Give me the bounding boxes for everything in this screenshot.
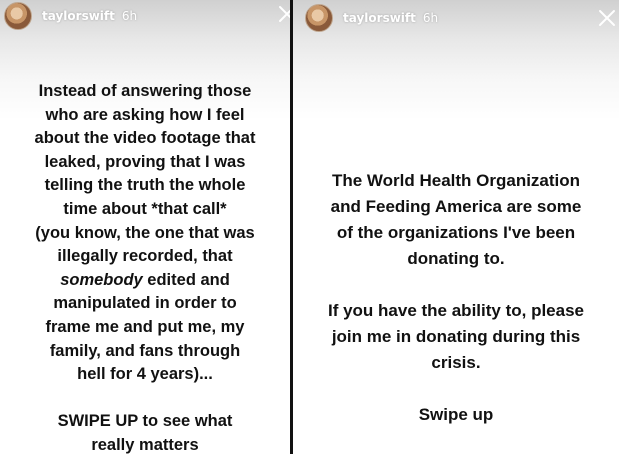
caption-line: leaked, proving that I was: [44, 152, 246, 171]
story-header: taylorswift 6h: [305, 4, 438, 32]
caption-line: about the video footage that: [34, 129, 256, 148]
caption-line: hell for 4 years)...: [77, 365, 213, 384]
caption-line: illegally recorded, that: [57, 247, 233, 266]
swipe-up-cta[interactable]: Swipe up: [293, 402, 619, 428]
caption-line: The World Health Organization: [331, 171, 581, 190]
swipe-up-cta-line[interactable]: SWIPE UP to see what: [0, 410, 290, 434]
story-caption: The World Health Organization and Feedin…: [293, 168, 619, 428]
caption-line: frame me and put me, my: [45, 317, 245, 336]
caption-line: somebody edited and: [0, 269, 290, 293]
caption-line: crisis.: [431, 353, 481, 372]
username[interactable]: taylorswift: [343, 11, 416, 25]
swipe-up-cta-line[interactable]: really matters: [0, 434, 290, 454]
caption-line: time about *that call*: [63, 199, 227, 218]
story-timestamp: 6h: [422, 11, 439, 25]
avatar[interactable]: [4, 2, 32, 30]
caption-italic-word: somebody: [60, 270, 143, 289]
caption-line: telling the truth the whole: [44, 176, 246, 195]
stories-collage: taylorswift 6h Instead of answering thos…: [0, 0, 619, 454]
caption-line: who are asking how I feel: [45, 105, 245, 124]
caption-line-rest: edited and: [142, 270, 230, 289]
caption-line: join me in donating during this: [331, 327, 581, 346]
story-caption: Instead of answering those who are askin…: [0, 80, 290, 454]
caption-line: Instead of answering those: [38, 82, 252, 100]
caption-line: (you know, the one that was: [35, 223, 255, 242]
caption-line: If you have the ability to, please: [327, 301, 584, 320]
story-panel-left[interactable]: taylorswift 6h Instead of answering thos…: [0, 0, 290, 454]
close-icon[interactable]: [278, 5, 290, 23]
avatar[interactable]: [305, 4, 333, 32]
username[interactable]: taylorswift: [42, 9, 115, 23]
story-header: taylorswift 6h: [4, 2, 137, 30]
story-timestamp: 6h: [121, 9, 138, 23]
caption-line: of the organizations I've been: [336, 223, 576, 242]
caption-line: donating to.: [407, 249, 505, 268]
caption-line: manipulated in order to: [53, 294, 237, 313]
caption-line: family, and fans through: [49, 341, 241, 360]
story-panel-right[interactable]: taylorswift 6h The World Health Organiza…: [293, 0, 619, 454]
close-icon[interactable]: [598, 9, 616, 27]
caption-line: and Feeding America are some: [330, 197, 582, 216]
